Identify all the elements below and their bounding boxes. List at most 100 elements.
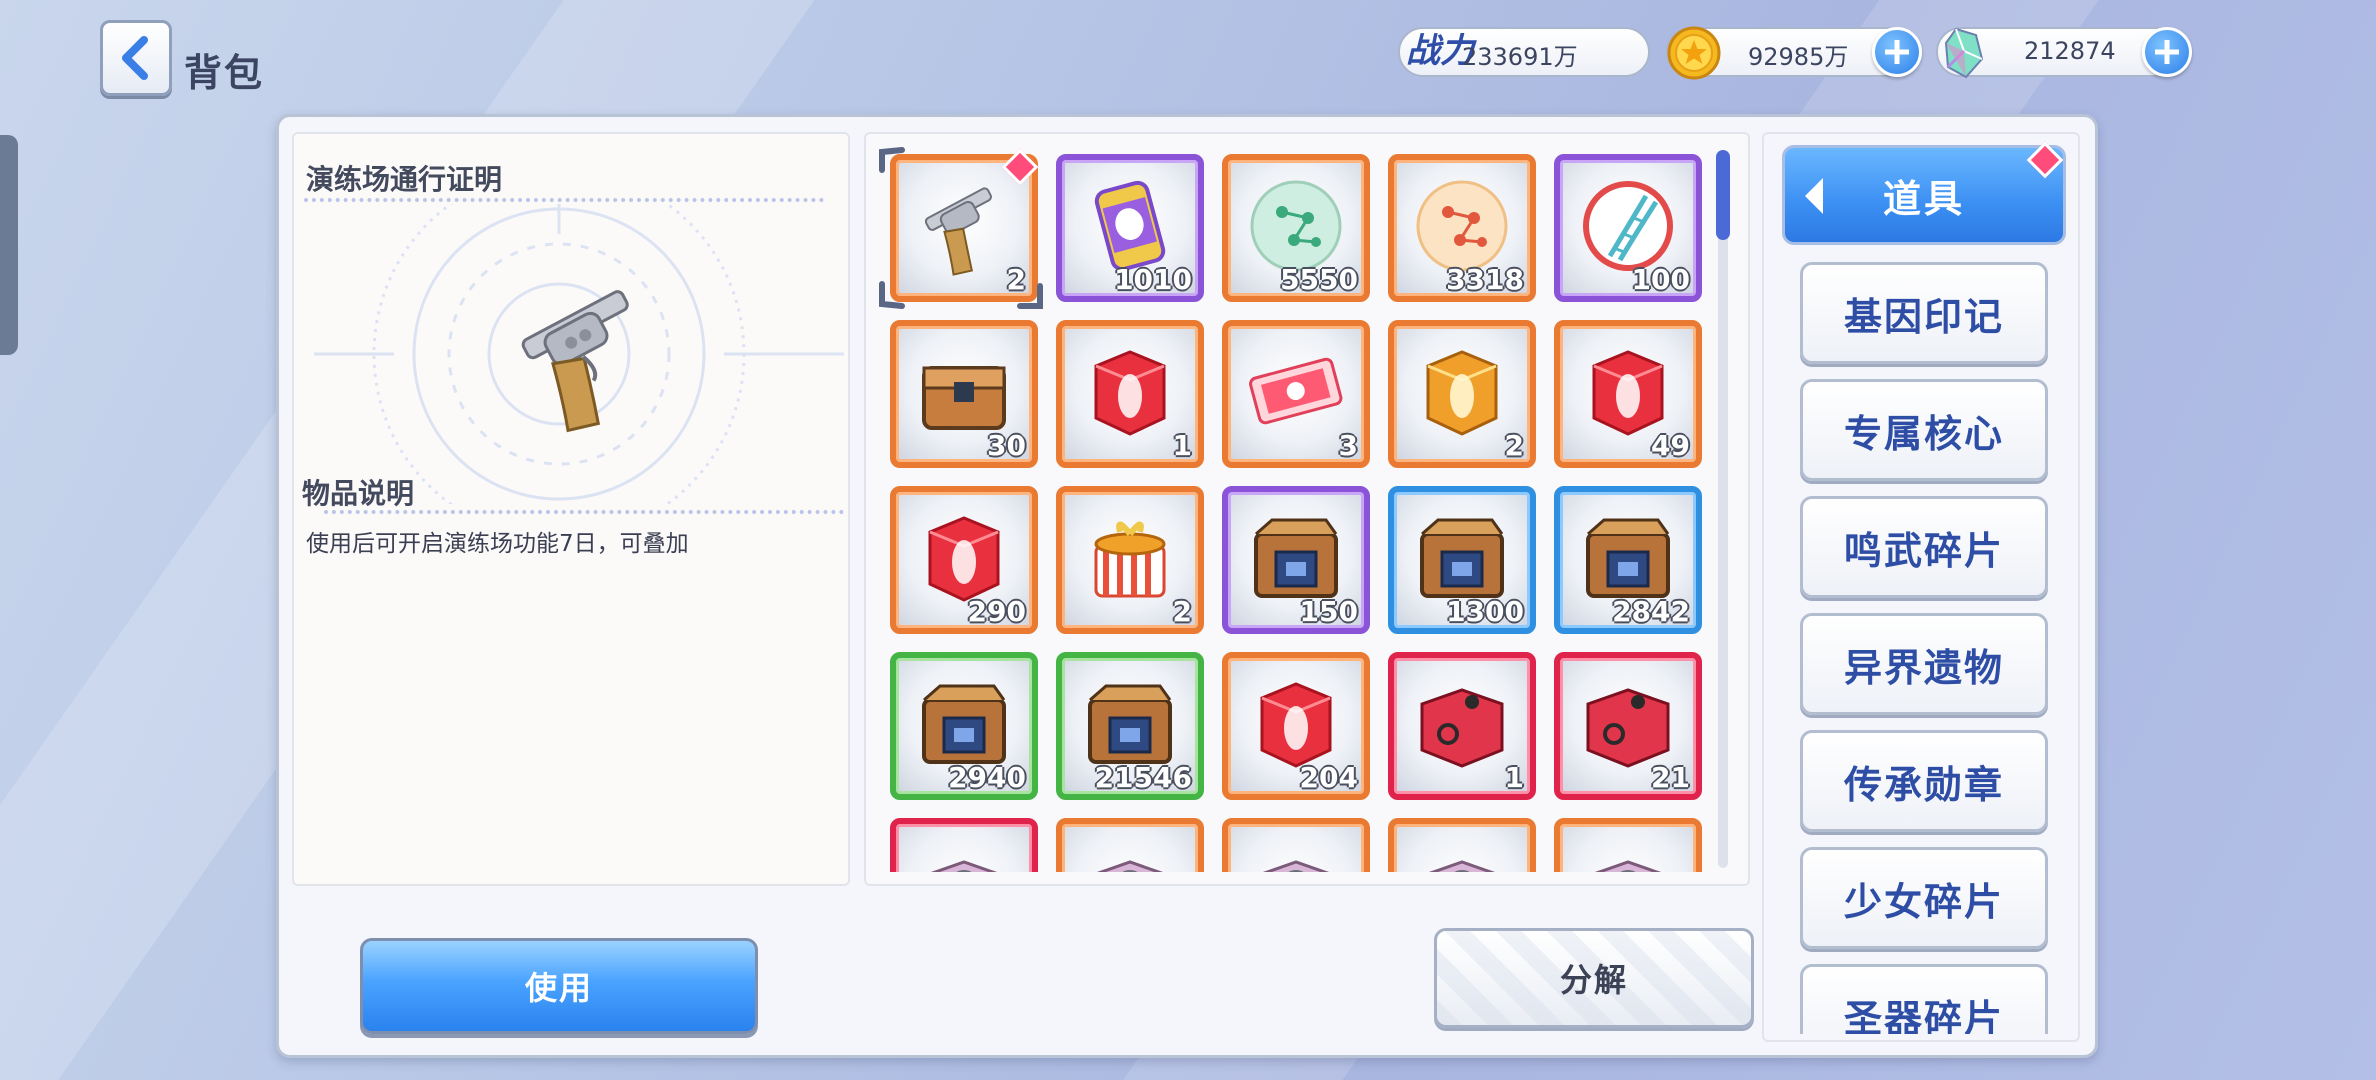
add-gold-button[interactable]	[1872, 27, 1922, 77]
inventory-item-slot[interactable]: 49	[1554, 320, 1702, 468]
item-count: 5550	[1280, 263, 1358, 296]
add-crystal-button[interactable]	[2142, 27, 2192, 77]
gold-value: 92985万	[1748, 43, 1849, 71]
combat-power-value: 233691万	[1462, 43, 1578, 71]
inventory-item-slot[interactable]: 1	[1056, 320, 1204, 468]
gold-coin-icon	[1667, 26, 1721, 80]
item-count: 290	[967, 595, 1026, 628]
inventory-item-slot[interactable]: 5550	[1222, 154, 1370, 302]
item-count: 2940	[948, 761, 1026, 794]
gold-cube-icon	[1426, 350, 1498, 436]
crystal-value: 212874	[2024, 37, 2116, 65]
crystal-icon	[1944, 27, 1984, 79]
use-button[interactable]: 使用	[360, 938, 758, 1034]
category-tab-gene-mark[interactable]: 基因印记	[1800, 262, 2048, 364]
category-tab-weapon-fragment[interactable]: 鸣武碎片	[1800, 496, 2048, 598]
category-label: 传承勋章	[1843, 762, 2004, 807]
inventory-item-slot[interactable]: 30	[890, 320, 1038, 468]
inventory-item-slot[interactable]: 204	[1222, 652, 1370, 800]
item-count: 150	[1299, 595, 1358, 628]
inventory-item-slot[interactable]: 3	[1222, 320, 1370, 468]
category-tab-girl-fragment[interactable]: 少女碎片	[1800, 847, 2048, 949]
item-count: 2	[1006, 263, 1026, 296]
inventory-item-slot[interactable]: 2842	[1554, 486, 1702, 634]
item-count: 2	[1504, 429, 1524, 462]
category-tab-relic[interactable]: 异界遗物	[1800, 613, 2048, 715]
category-label: 异界遗物	[1843, 645, 2004, 690]
revolver-icon	[924, 187, 992, 276]
side-drawer-handle[interactable]	[0, 135, 18, 355]
inventory-item-slot[interactable]: 2	[1056, 486, 1204, 634]
item-grid[interactable]: 2 1010 5550 3318 100 30 1 3 2 49 290 2 150 1300 2842 29…	[880, 148, 1720, 872]
inventory-item-slot[interactable]	[1056, 818, 1204, 872]
pink-ticket-icon	[1249, 357, 1343, 425]
inventory-item-slot[interactable]: 21	[1554, 652, 1702, 800]
inventory-item-slot[interactable]	[890, 818, 1038, 872]
category-clip: 圣器碎片	[1762, 962, 2080, 1034]
category-label: 鸣武碎片	[1843, 528, 2004, 573]
inventory-item-slot[interactable]: 1	[1388, 652, 1536, 800]
inventory-item-slot[interactable]	[1222, 818, 1370, 872]
description-heading: 物品说明	[302, 477, 415, 510]
back-button[interactable]	[100, 20, 172, 96]
inventory-item-slot[interactable]: 100	[1554, 154, 1702, 302]
category-label: 专属核心	[1843, 411, 2004, 456]
caret-left-icon	[1805, 178, 1823, 214]
inventory-item-slot[interactable]: 1300	[1388, 486, 1536, 634]
item-count: 1010	[1114, 263, 1192, 296]
combat-power-display: 战力 233691万	[1398, 27, 1650, 77]
page-title: 背包	[184, 51, 265, 95]
use-button-label: 使用	[524, 969, 593, 1007]
item-count: 49	[1651, 429, 1690, 462]
item-count: 3318	[1446, 263, 1524, 296]
capsule-box-icon	[1096, 860, 1164, 872]
inventory-item-slot[interactable]: 1010	[1056, 154, 1204, 302]
decompose-button-label: 分解	[1559, 961, 1628, 999]
item-count: 3	[1338, 429, 1358, 462]
item-count: 1	[1172, 429, 1192, 462]
inventory-item-slot[interactable]	[1388, 818, 1536, 872]
item-count: 2842	[1612, 595, 1690, 628]
inventory-item-slot[interactable]: 3318	[1388, 154, 1536, 302]
item-count: 21	[1651, 761, 1690, 794]
item-count: 1300	[1446, 595, 1524, 628]
inventory-item-slot[interactable]: 150	[1222, 486, 1370, 634]
red-cube-icon	[1094, 350, 1166, 436]
category-tab-medal[interactable]: 传承勋章	[1800, 730, 2048, 832]
category-label: 基因印记	[1843, 294, 2004, 339]
inventory-item-slot[interactable]: 21546	[1056, 652, 1204, 800]
item-detail-panel: 演练场通行证明 物品说明 使用后可开启演练场功能7日，可叠加	[292, 132, 850, 886]
category-tab-artifact-fragment[interactable]: 圣器碎片	[1800, 964, 2048, 1034]
category-label: 少女碎片	[1843, 879, 2004, 924]
decompose-button[interactable]: 分解	[1434, 928, 1754, 1028]
capsule-box-icon	[1262, 860, 1330, 872]
divider	[324, 510, 844, 514]
revolver-icon	[521, 290, 629, 433]
inventory-item-slot[interactable]: 2	[1388, 320, 1536, 468]
grid-scrollbar-track[interactable]	[1718, 150, 1728, 868]
inventory-item-slot[interactable]: 290	[890, 486, 1038, 634]
gift-drum-icon	[1094, 521, 1166, 598]
crystal-display: 212874	[1936, 27, 2192, 79]
gold-display: 92985万	[1666, 26, 1922, 80]
capsule-box-icon	[930, 860, 998, 872]
item-count: 21546	[1094, 761, 1192, 794]
inventory-item-slot[interactable]: 2940	[890, 652, 1038, 800]
chevron-left-icon	[122, 36, 148, 80]
item-name: 演练场通行证明	[306, 163, 503, 196]
item-count: 204	[1299, 761, 1358, 794]
category-tab-items[interactable]: 道具	[1782, 145, 2066, 245]
red-capsule-box-icon	[1420, 688, 1504, 768]
category-tab-exclusive-core[interactable]: 专属核心	[1800, 379, 2048, 481]
item-count: 100	[1631, 263, 1690, 296]
grid-scrollbar-thumb[interactable]	[1716, 150, 1730, 240]
item-count: 30	[987, 429, 1026, 462]
inventory-item-slot[interactable]	[1554, 818, 1702, 872]
category-label: 道具	[1882, 176, 1965, 221]
item-count: 2	[1172, 595, 1192, 628]
item-description: 使用后可开启演练场功能7日，可叠加	[306, 531, 689, 557]
capsule-box-icon	[1594, 860, 1662, 872]
category-label: 圣器碎片	[1843, 996, 2004, 1035]
divider	[304, 198, 824, 202]
item-count: 1	[1504, 761, 1524, 794]
